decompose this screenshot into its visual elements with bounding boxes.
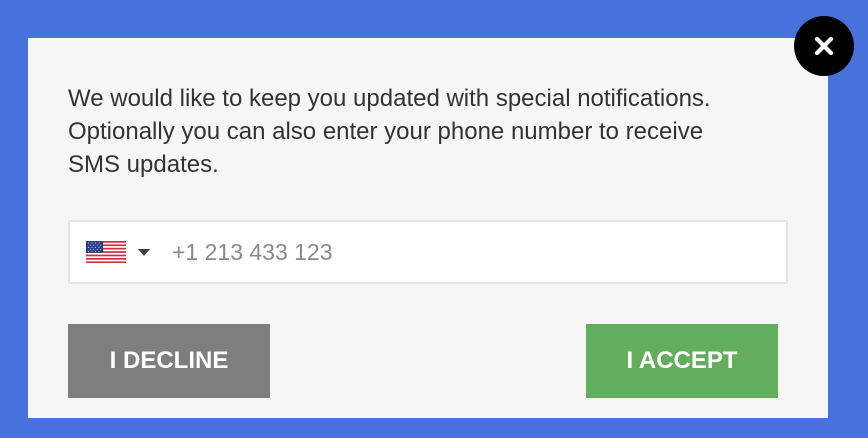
phone-field	[68, 220, 788, 284]
message-line: We would like to keep you updated with s…	[68, 85, 711, 112]
dialog-message: We would like to keep you updated with s…	[68, 82, 768, 181]
phone-input[interactable]	[172, 222, 786, 282]
accept-button[interactable]: I ACCEPT	[586, 324, 778, 398]
country-select[interactable]	[70, 222, 150, 282]
decline-button[interactable]: I DECLINE	[68, 324, 270, 398]
notification-dialog: We would like to keep you updated with s…	[28, 38, 828, 418]
chevron-down-icon	[138, 248, 150, 256]
us-flag-icon	[86, 241, 126, 263]
message-line: SMS updates.	[68, 151, 219, 178]
close-icon	[814, 36, 834, 56]
close-button[interactable]	[794, 16, 854, 76]
message-line: Optionally you can also enter your phone…	[68, 118, 704, 145]
